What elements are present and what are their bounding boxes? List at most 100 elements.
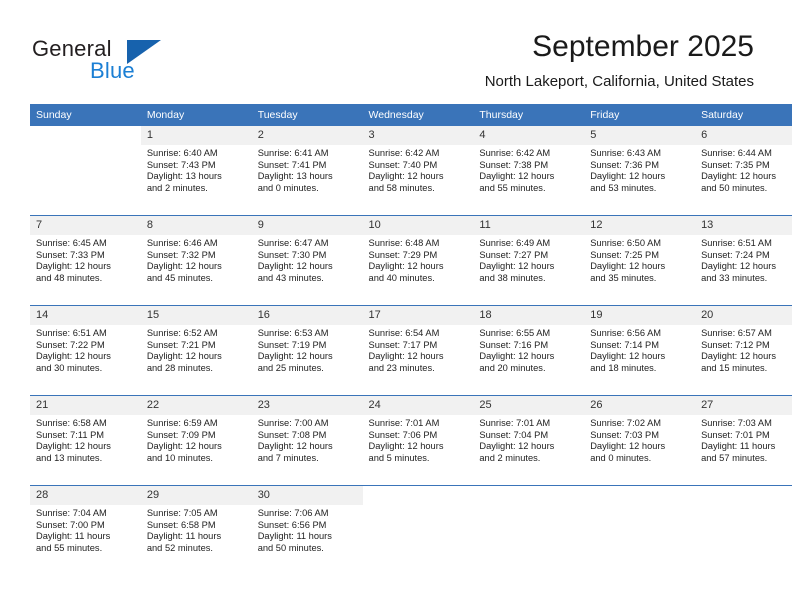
calendar-day-cell[interactable]: 2 Sunrise: 6:41 AM Sunset: 7:41 PM Daylight… bbox=[251, 126, 363, 216]
sunset-time: Sunset: 7:41 PM bbox=[257, 159, 327, 170]
calendar-day-cell[interactable]: 17 Sunrise: 6:54 AM Sunset: 7:17 PM Dayligh… bbox=[362, 305, 474, 396]
day-number: 7 bbox=[30, 216, 141, 235]
sunrise-time: Sunrise: 7:01 AM bbox=[368, 418, 440, 428]
daylight-duration-line2: and 53 minutes. bbox=[590, 182, 657, 193]
daylight-duration-line1: Daylight: 12 hours bbox=[146, 351, 222, 362]
daylight-duration-line2: and 57 minutes. bbox=[701, 452, 768, 463]
sunset-time: Sunset: 7:21 PM bbox=[146, 339, 216, 350]
calendar-day-cell[interactable]: 16 Sunrise: 6:53 AM Sunset: 7:19 PM Dayligh… bbox=[251, 305, 363, 396]
day-number: 29 bbox=[140, 486, 252, 505]
daylight-duration-line2: and 0 minutes. bbox=[257, 182, 319, 193]
sunrise-time: Sunrise: 6:41 AM bbox=[257, 148, 329, 158]
calendar-day-cell[interactable]: 30 Sunrise: 7:06 AM Sunset: 6:56 PM Dayligh… bbox=[251, 485, 363, 575]
calendar-day-cell[interactable]: 7 Sunrise: 6:45 AM Sunset: 7:33 PM Daylight… bbox=[30, 215, 141, 306]
generalblue-logo[interactable]: General Blue bbox=[32, 36, 242, 88]
day-number: 22 bbox=[140, 396, 252, 415]
calendar-day-cell[interactable]: 1 Sunrise: 6:40 AM Sunset: 7:43 PM Daylight… bbox=[140, 126, 252, 216]
sunrise-time: Sunrise: 6:42 AM bbox=[368, 148, 440, 158]
sunrise-time: Sunrise: 7:06 AM bbox=[257, 508, 329, 518]
calendar-day-cell[interactable]: 4 Sunrise: 6:42 AM Sunset: 7:38 PM Daylight… bbox=[473, 126, 585, 216]
day-details: Sunrise: 6:48 AM Sunset: 7:29 PM Daylight:… bbox=[363, 235, 474, 284]
sunset-time: Sunset: 7:32 PM bbox=[146, 249, 216, 260]
calendar-day-cell[interactable]: 5 Sunrise: 6:43 AM Sunset: 7:36 PM Daylight… bbox=[584, 126, 696, 216]
sunset-time: Sunset: 7:12 PM bbox=[701, 339, 770, 350]
day-number: 1 bbox=[140, 126, 252, 145]
day-number: 27 bbox=[695, 396, 792, 415]
calendar-day-cell[interactable]: 23 Sunrise: 7:00 AM Sunset: 7:08 PM Dayligh… bbox=[251, 395, 363, 486]
day-details: Sunrise: 6:54 AM Sunset: 7:17 PM Daylight:… bbox=[363, 325, 474, 374]
calendar-day-cell[interactable]: 20 Sunrise: 6:57 AM Sunset: 7:12 PM Dayligh… bbox=[695, 305, 792, 396]
sunrise-time: Sunrise: 7:00 AM bbox=[257, 418, 329, 428]
day-number: 10 bbox=[362, 216, 474, 235]
page-header: General Blue September 2025 North Lakepo… bbox=[0, 0, 792, 104]
daylight-duration-line2: and 25 minutes. bbox=[257, 362, 324, 373]
day-number bbox=[584, 486, 696, 505]
day-details: Sunrise: 7:01 AM Sunset: 7:04 PM Daylight:… bbox=[473, 415, 584, 464]
sunrise-time: Sunrise: 6:56 AM bbox=[590, 328, 662, 338]
day-details: Sunrise: 7:06 AM Sunset: 6:56 PM Daylight:… bbox=[252, 505, 363, 554]
daylight-duration-line1: Daylight: 11 hours bbox=[257, 531, 332, 542]
weekday-header-monday: Monday bbox=[140, 104, 252, 126]
calendar-day-cell[interactable]: 18 Sunrise: 6:55 AM Sunset: 7:16 PM Dayligh… bbox=[473, 305, 585, 396]
day-number: 16 bbox=[251, 306, 363, 325]
calendar-day-cell[interactable]: 8 Sunrise: 6:46 AM Sunset: 7:32 PM Daylight… bbox=[140, 215, 252, 306]
day-number: 15 bbox=[140, 306, 252, 325]
day-number: 11 bbox=[473, 216, 585, 235]
daylight-duration-line2: and 55 minutes. bbox=[479, 182, 546, 193]
page-title: September 2025 bbox=[532, 30, 754, 63]
daylight-duration-line2: and 2 minutes. bbox=[146, 182, 208, 193]
calendar-day-cell[interactable]: 25 Sunrise: 7:01 AM Sunset: 7:04 PM Dayligh… bbox=[473, 395, 585, 486]
calendar-day-cell[interactable]: 3 Sunrise: 6:42 AM Sunset: 7:40 PM Daylight… bbox=[362, 126, 474, 216]
day-details: Sunrise: 6:41 AM Sunset: 7:41 PM Daylight:… bbox=[252, 145, 363, 194]
sunrise-time: Sunrise: 7:01 AM bbox=[479, 418, 551, 428]
calendar-day-cell[interactable]: 22 Sunrise: 6:59 AM Sunset: 7:09 PM Dayligh… bbox=[140, 395, 252, 486]
calendar-day-cell[interactable]: 26 Sunrise: 7:02 AM Sunset: 7:03 PM Dayligh… bbox=[584, 395, 696, 486]
daylight-duration-line2: and 43 minutes. bbox=[257, 272, 324, 283]
day-details: Sunrise: 7:00 AM Sunset: 7:08 PM Daylight:… bbox=[252, 415, 363, 464]
daylight-duration-line2: and 55 minutes. bbox=[36, 542, 103, 553]
day-number bbox=[695, 486, 792, 505]
calendar-day-cell[interactable]: 13 Sunrise: 6:51 AM Sunset: 7:24 PM Dayligh… bbox=[695, 215, 792, 306]
calendar-day-cell[interactable]: 28 Sunrise: 7:04 AM Sunset: 7:00 PM Dayligh… bbox=[30, 485, 141, 575]
day-details: Sunrise: 6:47 AM Sunset: 7:30 PM Daylight:… bbox=[252, 235, 363, 284]
calendar-day-cell[interactable]: 24 Sunrise: 7:01 AM Sunset: 7:06 PM Dayligh… bbox=[362, 395, 474, 486]
day-number: 24 bbox=[362, 396, 474, 415]
daylight-duration-line2: and 38 minutes. bbox=[479, 272, 546, 283]
calendar-day-cell[interactable]: 6 Sunrise: 6:44 AM Sunset: 7:35 PM Daylight… bbox=[695, 126, 792, 216]
sunset-time: Sunset: 7:11 PM bbox=[36, 429, 105, 440]
daylight-duration-line2: and 50 minutes. bbox=[257, 542, 324, 553]
day-details: Sunrise: 6:58 AM Sunset: 7:11 PM Daylight:… bbox=[30, 415, 141, 464]
sunrise-time: Sunrise: 6:55 AM bbox=[479, 328, 551, 338]
calendar-day-cell[interactable]: 21 Sunrise: 6:58 AM Sunset: 7:11 PM Dayligh… bbox=[30, 395, 141, 486]
daylight-duration-line1: Daylight: 12 hours bbox=[479, 261, 555, 272]
sunset-time: Sunset: 7:09 PM bbox=[146, 429, 216, 440]
sunrise-time: Sunrise: 6:42 AM bbox=[479, 148, 551, 158]
calendar-day-cell[interactable]: 15 Sunrise: 6:52 AM Sunset: 7:21 PM Dayligh… bbox=[140, 305, 252, 396]
calendar-day-cell[interactable]: 10 Sunrise: 6:48 AM Sunset: 7:29 PM Dayligh… bbox=[362, 215, 474, 306]
sunset-time: Sunset: 7:24 PM bbox=[701, 249, 770, 260]
day-number bbox=[30, 126, 141, 145]
day-number: 13 bbox=[695, 216, 792, 235]
calendar-day-cell[interactable]: 9 Sunrise: 6:47 AM Sunset: 7:30 PM Daylight… bbox=[251, 215, 363, 306]
daylight-duration-line1: Daylight: 12 hours bbox=[146, 441, 222, 452]
sunset-time: Sunset: 7:19 PM bbox=[257, 339, 327, 350]
calendar-day-cell[interactable]: 29 Sunrise: 7:05 AM Sunset: 6:58 PM Dayligh… bbox=[140, 485, 252, 575]
day-number: 18 bbox=[473, 306, 585, 325]
day-number: 25 bbox=[473, 396, 585, 415]
sunset-time: Sunset: 7:14 PM bbox=[590, 339, 659, 350]
day-number: 14 bbox=[30, 306, 141, 325]
day-number: 28 bbox=[30, 486, 141, 505]
calendar-day-cell[interactable]: 12 Sunrise: 6:50 AM Sunset: 7:25 PM Dayligh… bbox=[584, 215, 696, 306]
calendar-day-cell[interactable]: 27 Sunrise: 7:03 AM Sunset: 7:01 PM Dayligh… bbox=[695, 395, 792, 486]
calendar-day-cell[interactable]: 11 Sunrise: 6:49 AM Sunset: 7:27 PM Dayligh… bbox=[473, 215, 585, 306]
sunrise-time: Sunrise: 6:53 AM bbox=[257, 328, 329, 338]
daylight-duration-line2: and 20 minutes. bbox=[479, 362, 546, 373]
daylight-duration-line2: and 5 minutes. bbox=[368, 452, 430, 463]
day-number: 19 bbox=[584, 306, 696, 325]
sunset-time: Sunset: 7:04 PM bbox=[479, 429, 549, 440]
calendar-day-cell[interactable]: 19 Sunrise: 6:56 AM Sunset: 7:14 PM Dayligh… bbox=[584, 305, 696, 396]
calendar-day-cell[interactable]: 14 Sunrise: 6:51 AM Sunset: 7:22 PM Dayligh… bbox=[30, 305, 141, 396]
day-number bbox=[473, 486, 585, 505]
day-number: 5 bbox=[584, 126, 696, 145]
calendar-week-row: 7 Sunrise: 6:45 AM Sunset: 7:33 PM Daylight… bbox=[30, 215, 792, 306]
